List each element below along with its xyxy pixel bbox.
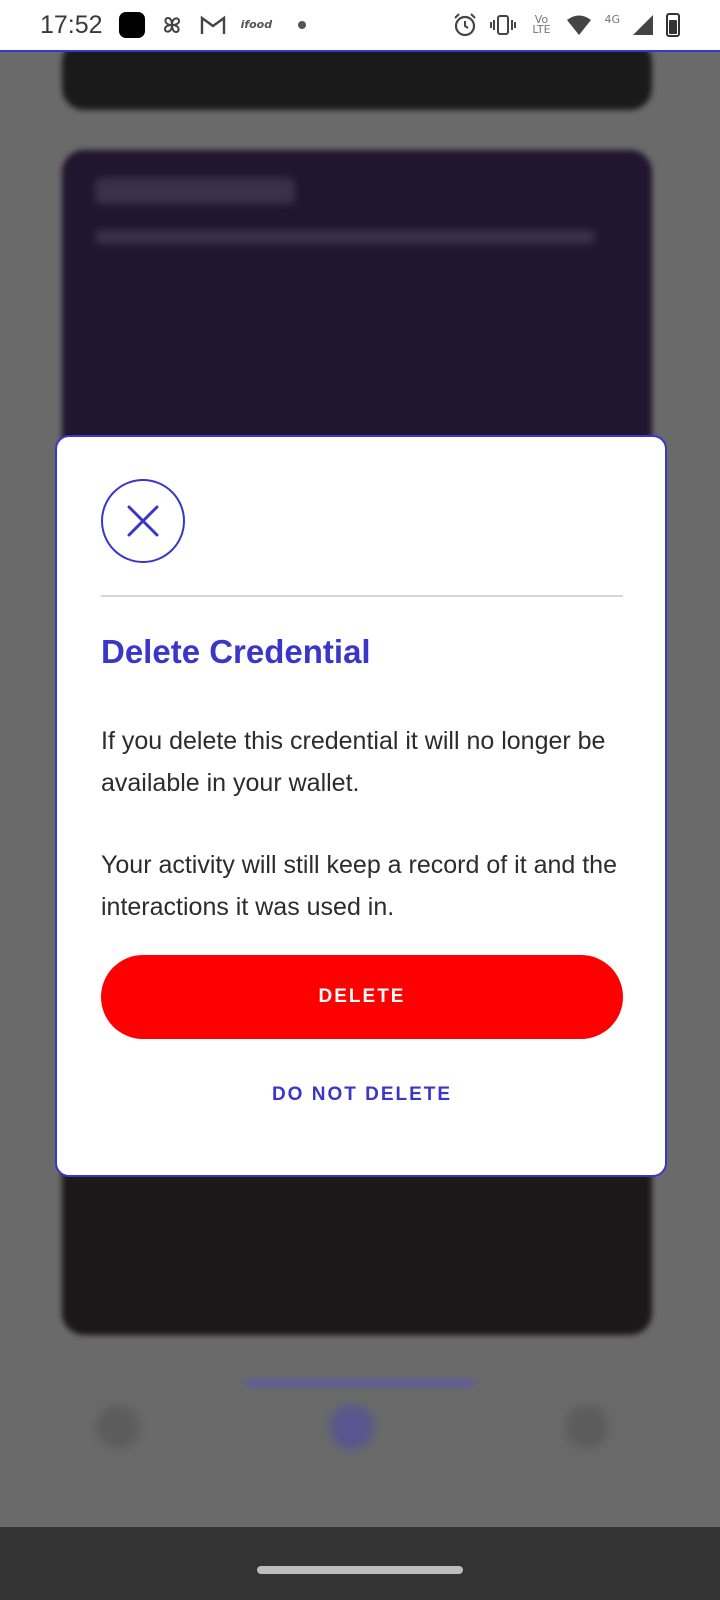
background-text-blur — [95, 178, 295, 204]
divider — [101, 595, 623, 597]
dialog-title: Delete Credential — [101, 633, 371, 670]
vibrate-icon — [490, 15, 517, 35]
home-gesture-handle[interactable] — [257, 1565, 463, 1574]
do-not-delete-button[interactable]: DO NOT DELETE — [101, 1065, 623, 1125]
status-time: 17:52 — [40, 10, 103, 39]
close-icon — [127, 505, 159, 537]
delete-button[interactable]: DELETE — [101, 955, 623, 1039]
notification-icons: ifood — [118, 12, 307, 38]
dialog-message: If you delete this credential it will no… — [101, 727, 606, 797]
background-text-blur — [95, 230, 595, 244]
network-type-label: 4G — [604, 13, 620, 26]
screen: 17:52 ifood Vo LTE 4G Delete Credential … — [0, 0, 720, 1600]
background-nav-icon — [96, 1405, 140, 1449]
delete-credential-dialog: Delete Credential If you delete this cre… — [55, 435, 667, 1177]
ifood-icon: ifood — [240, 18, 273, 31]
gmail-icon — [200, 15, 225, 34]
volte-icon: Vo LTE — [532, 13, 551, 36]
cell-signal-icon — [633, 15, 653, 35]
pinwheel-icon — [163, 16, 180, 34]
battery-icon — [666, 13, 680, 37]
background-nav-indicator — [245, 1380, 475, 1386]
system-icons: Vo LTE 4G — [452, 12, 680, 38]
dialog-note: Your activity will still keep a record o… — [101, 851, 617, 921]
notification-dot-icon — [298, 21, 307, 29]
app-square-icon — [118, 12, 145, 38]
alarm-icon — [454, 13, 477, 37]
status-bar: 17:52 ifood Vo LTE 4G — [0, 0, 720, 52]
system-navigation-bar — [0, 1527, 720, 1600]
wifi-icon — [567, 15, 592, 35]
background-nav-icon — [330, 1405, 374, 1449]
background-nav-icon — [565, 1405, 609, 1449]
close-button[interactable] — [101, 479, 185, 563]
